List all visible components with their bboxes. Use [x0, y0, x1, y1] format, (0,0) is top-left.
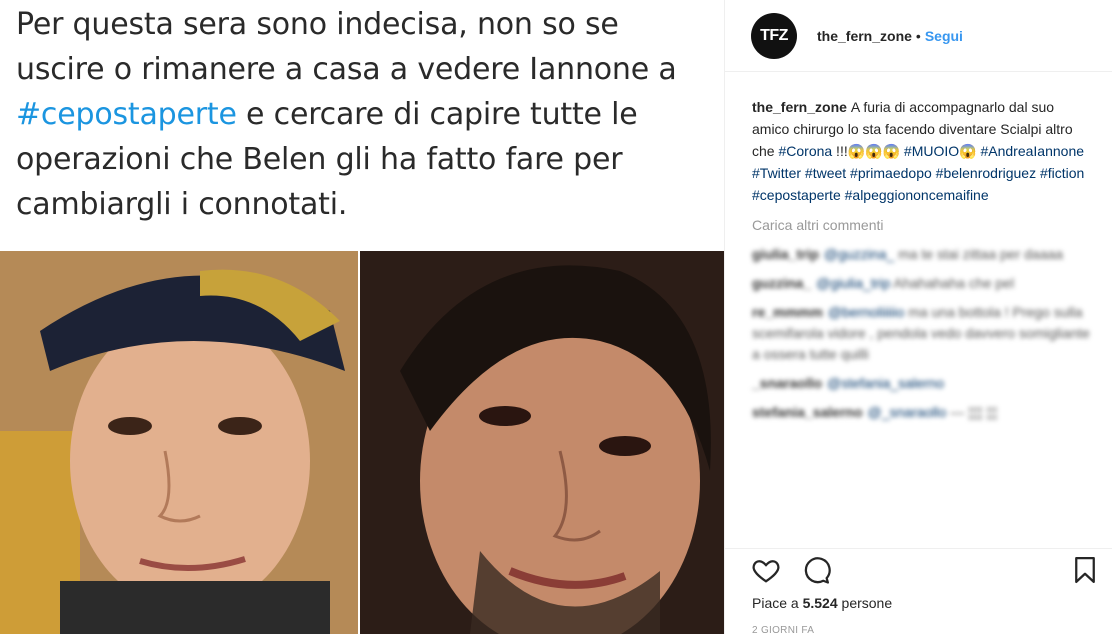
comment-mention[interactable]: @_snaraollo: [868, 404, 947, 420]
avatar[interactable]: TFZ: [751, 12, 797, 59]
follow-button[interactable]: Segui: [925, 28, 963, 44]
tweet-line: uscire o rimanere a casa a vedere Iannon…: [16, 52, 677, 87]
likes-count[interactable]: Piace a 5.524 persone: [752, 595, 892, 611]
tweet-hashtag: #cepostaperte: [16, 97, 237, 132]
hashtag-link[interactable]: #MUOIO: [904, 143, 959, 159]
comments-fade: [725, 530, 1112, 548]
comment-text: ma te stai zittaa per daaaa: [898, 246, 1064, 262]
tweet-line: cambiargli i connotati.: [16, 187, 348, 222]
post-timestamp[interactable]: 2 GIORNI FA: [752, 625, 814, 634]
post-caption: the_fern_zone A furia di accompagnarlo da…: [752, 96, 1092, 206]
likes-suffix: persone: [837, 595, 893, 611]
comment-mention[interactable]: @bernoliiiiio: [828, 304, 904, 320]
comment: _snaraollo @stefania_salerno: [752, 373, 1092, 394]
blurred-comments: giulia_trip @guzzina_ ma te stai zittaa p…: [752, 244, 1092, 423]
header-separator: •: [915, 27, 921, 44]
comment: guzzina_ @giulia_trip Ahahahaha che pel: [752, 273, 1092, 294]
comparison-photos: [0, 251, 724, 634]
caption-username[interactable]: the_fern_zone: [752, 99, 847, 115]
post-media[interactable]: Per questa sera sono indecisa, non so se…: [0, 0, 724, 634]
likes-number: 5.524: [802, 595, 838, 611]
comment-username[interactable]: re_mmmm: [752, 304, 823, 320]
post-actions: Piace a 5.524 persone 2 GIORNI FA: [725, 548, 1112, 634]
post-sidebar: TFZ the_fern_zone • Segui the_fern_zone A…: [724, 0, 1112, 634]
header-username[interactable]: the_fern_zone: [817, 28, 912, 44]
comment-text: — ¦¦¦¦ ¦¦¦: [950, 404, 998, 420]
tweet-line: operazioni che Belen gli ha fatto fare p…: [16, 142, 623, 177]
hashtag-link[interactable]: #AndreaIannone: [980, 143, 1084, 159]
tweet-line: #cepostaperte e cercare di capire tutte …: [16, 92, 716, 137]
comment: re_mmmm @bernoliiiiio ma una bottola ! Pr…: [752, 302, 1092, 365]
comment-username[interactable]: guzzina_: [752, 275, 811, 291]
comments-section: the_fern_zone A furia di accompagnarlo da…: [752, 96, 1092, 423]
hashtag-link[interactable]: #fiction: [1040, 165, 1084, 181]
photo-after-illustration: [360, 251, 724, 634]
hashtag-link[interactable]: #primaedopo: [850, 165, 932, 181]
comment-username[interactable]: giulia_trip: [752, 246, 819, 262]
comment: stefania_salerno @_snaraollo — ¦¦¦¦ ¦¦¦: [752, 402, 1092, 423]
tweet-line-rest: e cercare di capire tutte le: [236, 97, 638, 132]
comment-username[interactable]: _snaraollo: [752, 375, 822, 391]
bookmark-icon[interactable]: [1070, 555, 1100, 585]
photo-after: [360, 251, 724, 634]
comment-icon[interactable]: [801, 555, 831, 585]
photo-before-illustration: [0, 251, 358, 634]
hashtag-link[interactable]: #Twitter: [752, 165, 801, 181]
hashtag-link[interactable]: #alpeggiononcemaifine: [845, 187, 989, 203]
comment-username[interactable]: stefania_salerno: [752, 404, 863, 420]
hashtag-link[interactable]: #Corona: [778, 143, 832, 159]
load-more-comments-button[interactable]: Carica altri commenti: [752, 214, 1092, 236]
caption-text: 😱: [959, 143, 981, 159]
comment-mention[interactable]: @stefania_salerno: [827, 375, 944, 391]
heart-icon[interactable]: [751, 555, 781, 585]
hashtag-link[interactable]: #cepostaperte: [752, 187, 841, 203]
hashtag-link[interactable]: #belenrodriguez: [936, 165, 1036, 181]
caption-text: !!!😱😱😱: [832, 143, 904, 159]
tweet-line: Per questa sera sono indecisa, non so se: [16, 7, 619, 42]
tweet-text: Per questa sera sono indecisa, non so se…: [16, 2, 716, 227]
likes-prefix: Piace a: [752, 595, 803, 611]
comment-text: Ahahahaha che pel: [893, 275, 1015, 291]
post-header: TFZ the_fern_zone • Segui: [725, 0, 1112, 72]
comment: giulia_trip @guzzina_ ma te stai zittaa p…: [752, 244, 1092, 265]
comment-mention[interactable]: @giulia_trip: [816, 275, 890, 291]
photo-before: [0, 251, 358, 634]
comment-mention[interactable]: @guzzina_: [824, 246, 894, 262]
hashtag-link[interactable]: #tweet: [805, 165, 846, 181]
